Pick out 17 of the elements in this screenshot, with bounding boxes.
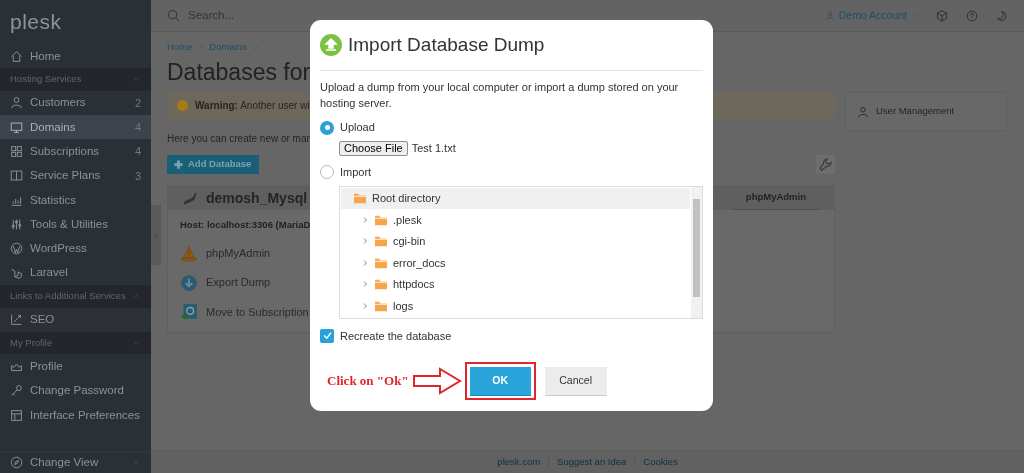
page-title: Databases for	[167, 58, 311, 86]
dialog-title: Import Database Dump	[348, 33, 545, 57]
section-label: My Profile	[10, 336, 53, 351]
item-count: 2	[134, 95, 141, 111]
item-count: 3	[134, 168, 141, 184]
file-name: Test 1.txt	[411, 140, 456, 156]
warning-text: Warning: Another user wi	[195, 99, 310, 113]
dialog-description: Upload a dump from your local computer or import a dump stored on your hosting server.	[320, 79, 680, 111]
database-name: demosh_Mysql	[206, 188, 308, 208]
annotation-text: Click on "Ok"	[327, 372, 409, 391]
option-label: Import	[340, 165, 372, 181]
description-text: Here you can create new or man	[167, 132, 313, 146]
host-info: Host: localhost:3306 (MariaD	[180, 218, 311, 232]
item-count: 4	[134, 120, 141, 135]
item-count: 4	[134, 144, 141, 160]
checkbox-label: Recreate the database	[340, 328, 452, 344]
option-label: Upload	[340, 120, 375, 136]
